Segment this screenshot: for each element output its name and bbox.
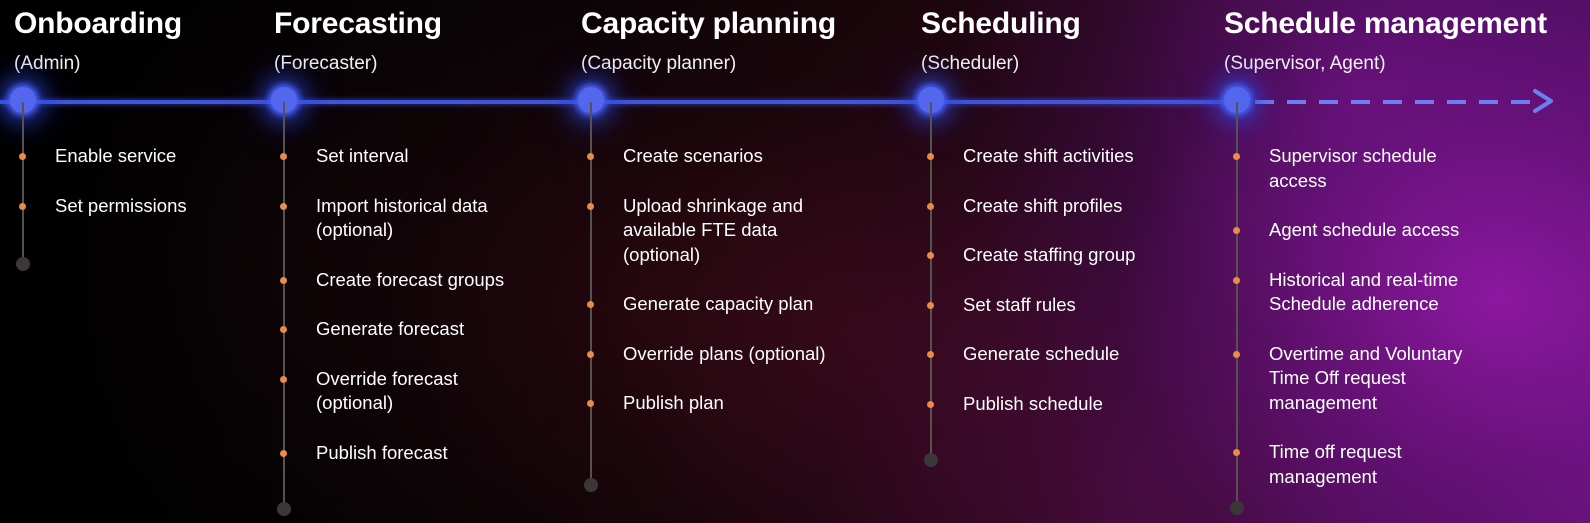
list-item-label: Supervisor schedule access bbox=[1269, 145, 1437, 191]
list-item-label: Create shift profiles bbox=[963, 194, 1123, 216]
bullet-icon bbox=[927, 351, 934, 358]
timeline-rail bbox=[0, 100, 1241, 104]
bullet-icon bbox=[280, 153, 287, 160]
stage-connector-end-dot bbox=[1230, 501, 1244, 515]
timeline-dashed-segment bbox=[1255, 100, 1535, 104]
stage-task-list: Create shift activities Create shift pro… bbox=[927, 144, 1191, 417]
list-item: Enable service bbox=[19, 144, 253, 169]
list-item-label: Publish plan bbox=[623, 392, 724, 413]
list-item: Set staff rules bbox=[927, 293, 1191, 318]
arrow-right-icon bbox=[1531, 86, 1557, 116]
list-item-label: Create forecast groups bbox=[316, 268, 505, 290]
list-item: Time off request management bbox=[1233, 440, 1482, 489]
stage-task-list: Set interval Import historical data (opt… bbox=[280, 144, 534, 466]
bullet-icon bbox=[1233, 350, 1240, 358]
list-item: Set permissions bbox=[19, 194, 253, 219]
list-item: Create forecast groups bbox=[280, 268, 534, 293]
stage-role-onboarding: (Admin) bbox=[14, 53, 81, 74]
list-item: Upload shrinkage and available FTE data … bbox=[587, 194, 841, 268]
stage-title-capacity-planning: Capacity planning bbox=[581, 7, 836, 40]
bullet-icon bbox=[927, 153, 934, 160]
list-item: Set interval bbox=[280, 144, 534, 169]
list-item: Supervisor schedule access bbox=[1233, 144, 1482, 193]
list-item-label: Import historical data (optional) bbox=[316, 194, 488, 241]
list-item: Publish forecast bbox=[280, 441, 534, 466]
stage-connector-end-dot bbox=[924, 453, 938, 467]
list-item: Historical and real-time Schedule adhere… bbox=[1233, 268, 1482, 317]
bullet-icon bbox=[927, 301, 934, 309]
bullet-icon bbox=[1233, 227, 1240, 234]
stage-role-scheduling: (Scheduler) bbox=[921, 53, 1020, 74]
bullet-icon bbox=[280, 202, 287, 210]
list-item-label: Set permissions bbox=[55, 194, 187, 216]
list-item-label: Create shift activities bbox=[963, 145, 1134, 166]
list-item-label: Generate schedule bbox=[963, 343, 1120, 364]
stage-connector-end-dot bbox=[277, 502, 291, 516]
list-item: Create shift activities bbox=[927, 144, 1191, 169]
stage-connector-end-dot bbox=[584, 478, 598, 492]
list-item-label: Create staffing group bbox=[963, 244, 1136, 265]
list-item: Override plans (optional) bbox=[587, 342, 841, 367]
bullet-icon bbox=[19, 153, 26, 160]
list-item-label: Set interval bbox=[316, 145, 409, 166]
stage-title-scheduling: Scheduling bbox=[921, 7, 1081, 40]
list-item: Create staffing group bbox=[927, 243, 1191, 268]
list-item: Create scenarios bbox=[587, 144, 841, 169]
list-item: Publish plan bbox=[587, 391, 841, 416]
list-item: Publish schedule bbox=[927, 392, 1191, 417]
list-item-label: Generate capacity plan bbox=[623, 293, 814, 314]
stage-role-forecasting: (Forecaster) bbox=[274, 53, 378, 74]
list-item-label: Generate forecast bbox=[316, 318, 465, 339]
list-item-label: Override forecast (optional) bbox=[316, 367, 458, 414]
list-item-label: Publish schedule bbox=[963, 392, 1103, 414]
bullet-icon bbox=[587, 400, 594, 407]
list-item-label: Upload shrinkage and available FTE data … bbox=[623, 194, 803, 265]
list-item: Override forecast (optional) bbox=[280, 367, 534, 416]
stage-connector-end-dot bbox=[16, 257, 30, 271]
bullet-icon bbox=[280, 375, 287, 383]
stage-task-list: Enable service Set permissions bbox=[19, 144, 253, 219]
bullet-icon bbox=[587, 350, 594, 358]
bullet-icon bbox=[927, 400, 934, 408]
list-item-label: Enable service bbox=[55, 145, 177, 166]
list-item-label: Overtime and Voluntary Time Off request … bbox=[1269, 342, 1463, 413]
bullet-icon bbox=[587, 153, 594, 160]
bullet-icon bbox=[1233, 449, 1240, 456]
bullet-icon bbox=[19, 202, 26, 210]
list-item: Generate forecast bbox=[280, 317, 534, 342]
list-item-label: Agent schedule access bbox=[1269, 219, 1460, 240]
bullet-icon bbox=[1233, 276, 1240, 284]
list-item: Import historical data (optional) bbox=[280, 194, 534, 243]
list-item-label: Publish forecast bbox=[316, 441, 448, 463]
stage-task-list: Create scenarios Upload shrinkage and av… bbox=[587, 144, 841, 416]
bullet-icon bbox=[280, 326, 287, 333]
bullet-icon bbox=[587, 202, 594, 210]
list-item: Generate schedule bbox=[927, 342, 1191, 367]
list-item-label: Historical and real-time Schedule adhere… bbox=[1269, 268, 1459, 315]
list-item-label: Time off request management bbox=[1269, 441, 1402, 487]
bullet-icon bbox=[1233, 153, 1240, 160]
stage-role-schedule-management: (Supervisor, Agent) bbox=[1224, 53, 1386, 74]
bullet-icon bbox=[587, 301, 594, 308]
bullet-icon bbox=[280, 449, 287, 457]
timeline-diagram: Onboarding (Admin) Forecasting (Forecast… bbox=[0, 0, 1590, 523]
list-item: Agent schedule access bbox=[1233, 218, 1482, 243]
bullet-icon bbox=[927, 252, 934, 259]
stage-title-schedule-management: Schedule management bbox=[1224, 7, 1547, 40]
bullet-icon bbox=[927, 202, 934, 210]
stage-task-list: Supervisor schedule access Agent schedul… bbox=[1233, 144, 1482, 489]
list-item: Overtime and Voluntary Time Off request … bbox=[1233, 342, 1482, 416]
list-item-label: Create scenarios bbox=[623, 145, 763, 166]
list-item-label: Override plans (optional) bbox=[623, 342, 826, 364]
stage-title-onboarding: Onboarding bbox=[14, 7, 182, 40]
list-item: Generate capacity plan bbox=[587, 292, 841, 317]
stage-title-forecasting: Forecasting bbox=[274, 7, 442, 40]
list-item-label: Set staff rules bbox=[963, 293, 1076, 315]
stage-role-capacity-planning: (Capacity planner) bbox=[581, 53, 737, 74]
list-item: Create shift profiles bbox=[927, 194, 1191, 219]
bullet-icon bbox=[280, 276, 287, 284]
